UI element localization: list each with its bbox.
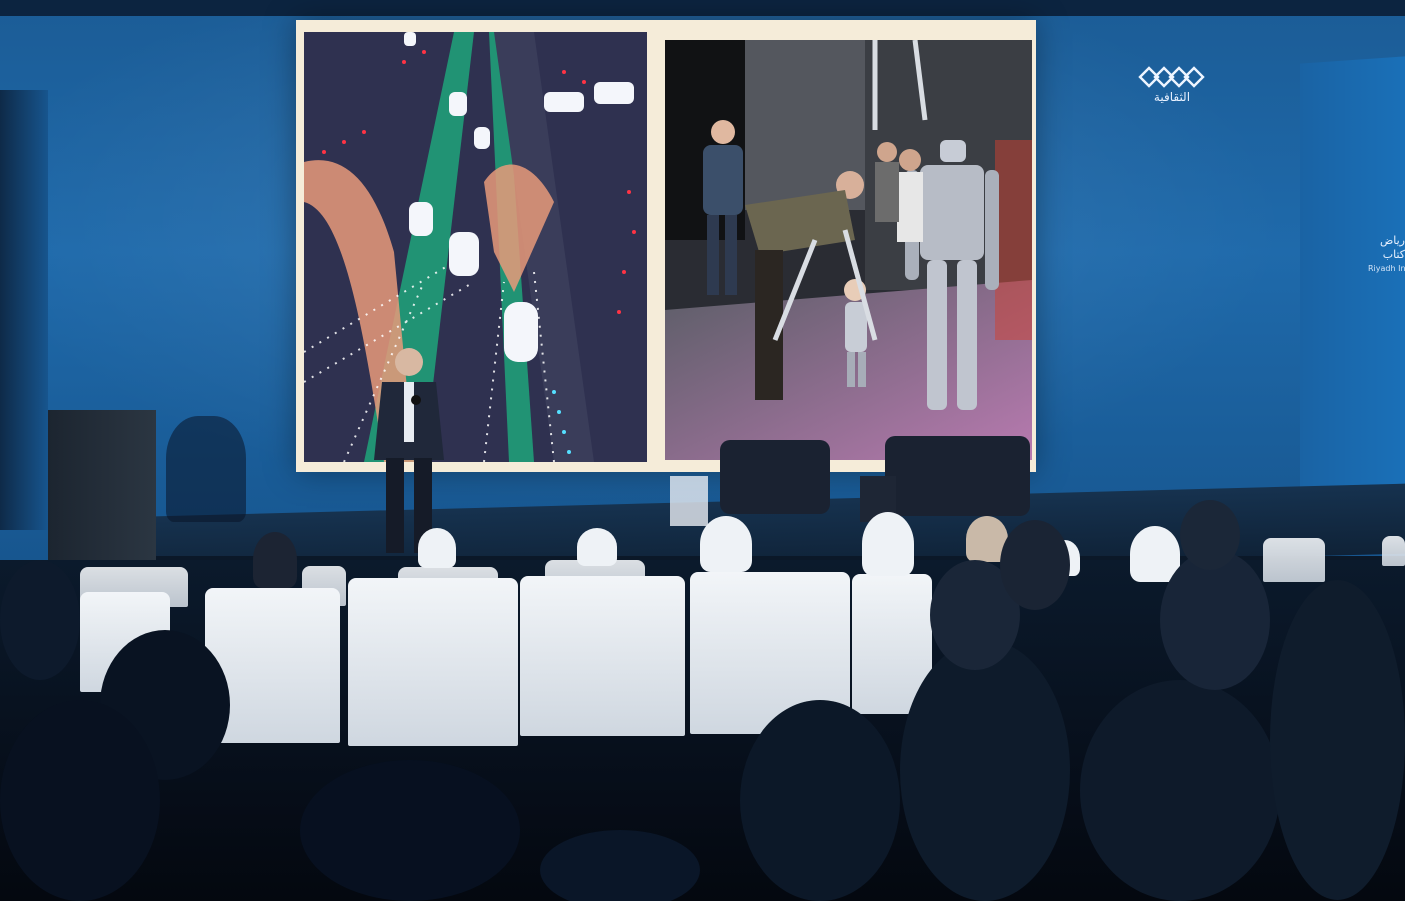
robotics-scene-graphic xyxy=(665,40,1032,460)
audience-member xyxy=(418,528,456,568)
brand-logo: الثقافية xyxy=(1132,66,1212,104)
speaker-figure xyxy=(374,348,444,553)
audience-member xyxy=(700,516,752,572)
audience-member xyxy=(900,640,1070,901)
audience-member xyxy=(1270,580,1405,900)
audience-member xyxy=(862,512,914,576)
audience-member xyxy=(0,700,160,901)
ceiling-band xyxy=(0,0,1405,16)
audience-member xyxy=(1180,500,1240,570)
driving-scene-graphic xyxy=(304,32,647,462)
side-signage: رياض كتاب Riyadh Inter xyxy=(1368,234,1405,276)
audience-chair xyxy=(348,578,518,746)
side-sign-line-3: Riyadh Inter xyxy=(1368,264,1405,273)
left-wall-panel xyxy=(0,90,48,530)
audience-chair xyxy=(520,576,685,736)
audience-chair xyxy=(1382,536,1405,566)
audience-chair xyxy=(1263,538,1325,582)
audience-member xyxy=(1160,550,1270,690)
audience-member xyxy=(740,700,900,901)
lectern xyxy=(48,410,156,560)
audience-member xyxy=(253,532,297,588)
stage-lounge-chairs xyxy=(670,436,1030,526)
logo-emblem-icon xyxy=(1138,66,1205,88)
robotics-lab-photo xyxy=(665,40,1032,460)
conference-photo: الثقافية رياض كتاب Riyadh Inter xyxy=(0,0,1405,901)
audience-member xyxy=(540,830,700,901)
audience-member xyxy=(1080,680,1280,901)
logo-text: الثقافية xyxy=(1153,90,1191,104)
audience-member xyxy=(300,760,520,901)
side-sign-line-1: رياض xyxy=(1379,234,1405,247)
speaker-shadow xyxy=(166,416,246,522)
autonomous-driving-visualization xyxy=(304,32,647,462)
audience-member xyxy=(0,560,80,680)
audience-member xyxy=(577,528,617,566)
audience-member xyxy=(1000,520,1070,610)
side-sign-line-2: كتاب xyxy=(1382,248,1405,261)
